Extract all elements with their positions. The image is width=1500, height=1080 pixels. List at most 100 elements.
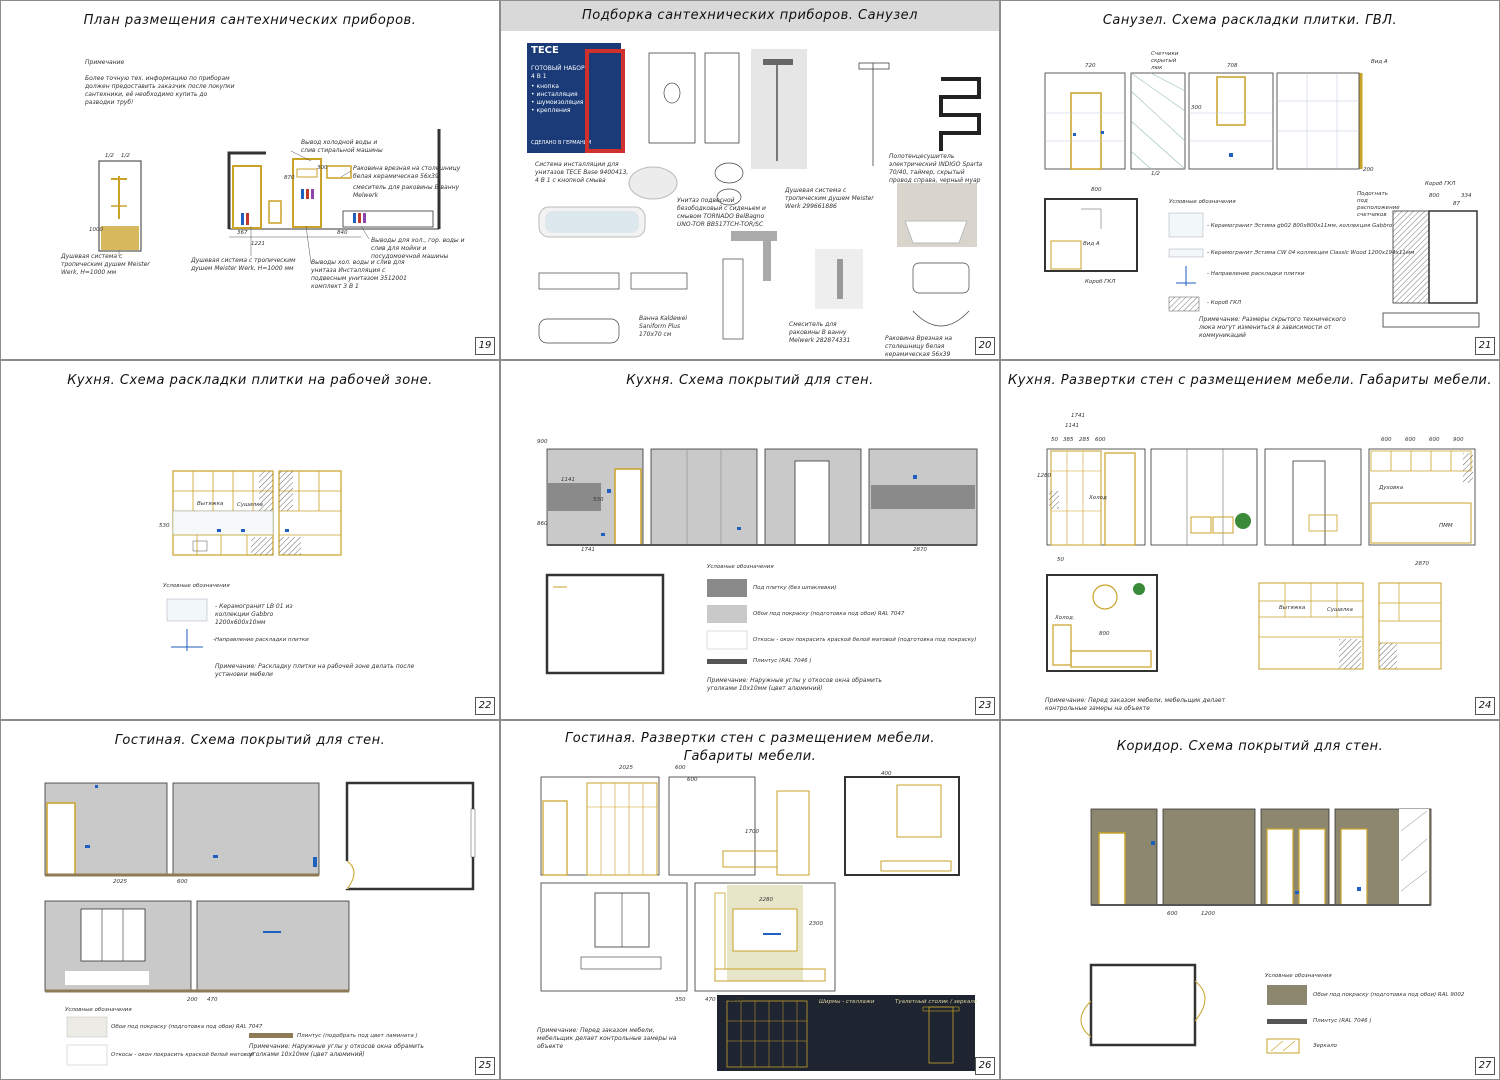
sheet-19[interactable]: План размещения сантехнических приборов.… [0, 0, 500, 360]
dim-label: 1/2 [121, 153, 130, 159]
product-caption: Раковина Врезная на столешницу белая кер… [885, 335, 953, 358]
dim-label: 1741 [581, 547, 595, 553]
legend-item: - Направление раскладки плитки [1207, 271, 1305, 277]
sheet-21[interactable]: Санузел. Схема раскладки плитки. ГВЛ. Сч… [1000, 0, 1500, 360]
sheet-number: 25 [475, 1057, 495, 1075]
product-caption: Унитаз подвесной безободковый с сиденьем… [677, 197, 766, 228]
dim-label: 600 [1405, 437, 1416, 443]
sheet-number: 27 [1475, 1057, 1495, 1075]
sheet-23[interactable]: Кухня. Схема покрытий для стен. 1741 287… [500, 360, 1000, 720]
sheet-number: 20 [975, 337, 995, 355]
dim-label: 800 [1099, 631, 1110, 637]
product-caption: Полотенцесушитель электрический INDIGO S… [889, 153, 983, 184]
note: Примечание: Раскладку плитки на рабочей … [215, 663, 415, 678]
product-caption: Душевая система с тропическим душем Meis… [785, 187, 874, 210]
dim-label: 530 [159, 523, 170, 529]
legend-item: Откосы - окон покрасить краской белой ма… [111, 1052, 254, 1058]
sheet-27[interactable]: Коридор. Схема покрытий для стен. 600 12… [1000, 720, 1500, 1080]
dim-label: 1141 [1065, 423, 1079, 429]
product-caption: Система инсталляции для унитазов TECE Ba… [535, 161, 629, 184]
dim-label: 530 [593, 497, 604, 503]
label: Вид А [1371, 59, 1388, 65]
dim-label: 2870 [1415, 561, 1429, 567]
dim-label: 2280 [759, 897, 773, 903]
dim-label: 2025 [113, 879, 127, 885]
sheet-number: 24 [1475, 697, 1495, 715]
label: Вытяжка [1279, 605, 1306, 611]
dim-label: 367 [237, 230, 248, 236]
legend-title: Условные обозначения [163, 583, 230, 589]
legend-item: Плинтус (RAL 7046 ) [1313, 1018, 1372, 1024]
dim-label: 400 [881, 771, 892, 777]
legend-item: Обои под покраску (подготовка под обои) … [1313, 992, 1465, 998]
callout: Выводы для хол., гор. воды и слив для мо… [371, 237, 465, 260]
sheet-20[interactable]: Подборка сантехнических приборов. Санузе… [500, 0, 1000, 360]
legend-title: Условные обозначения [1169, 199, 1236, 205]
legend-title: Условные обозначения [707, 564, 774, 570]
legend-item: - Керамогранит Эстима CW 04 коллекция Cl… [1207, 250, 1415, 256]
note: Примечание: Размеры скрытого техническог… [1199, 316, 1346, 339]
legend-item: Откосы - окон покрасить краской белой ма… [753, 637, 977, 643]
dim-label: 1200 [1201, 911, 1215, 917]
dim-label: 900 [1453, 437, 1464, 443]
dim-label: 600 [675, 765, 686, 771]
dim-label: 1221 [251, 241, 265, 247]
note: Примечание: Наружные углы у откосов окна… [707, 677, 882, 692]
dim-label: 600 [177, 879, 188, 885]
dim-label: 870 [284, 175, 295, 181]
dim-label: 860 [537, 521, 548, 527]
dim-label: 334 [1461, 193, 1472, 199]
dim-label: 385 [1063, 437, 1074, 443]
legend-item: - Короб ГКЛ [1207, 300, 1242, 306]
dark-panel-label: Ширмы - стеллажи [819, 999, 875, 1005]
dim-label: 800 [1091, 187, 1102, 193]
note: Примечание: Перед заказом мебели, мебель… [537, 1027, 677, 1050]
sheet-22[interactable]: Кухня. Схема раскладки плитки на рабочей… [0, 360, 500, 720]
legend-title: Условные обозначения [1265, 973, 1332, 979]
legend-item: Обои под покраску (подготовка под обои) … [111, 1024, 263, 1030]
dim-label: 300 [317, 165, 328, 171]
dark-panel-label: Туалетный столик / зеркало [895, 999, 978, 1005]
sheet-24[interactable]: Кухня. Развертки стен с размещением мебе… [1000, 360, 1500, 720]
dim-label: 2870 [913, 547, 927, 553]
note: Примечание: Наружные углы у откосов окна… [249, 1043, 424, 1058]
sheet-26[interactable]: Гостиная. Развертки стен с размещением м… [500, 720, 1000, 1080]
callout: Душевая система с тропическим душем Meis… [61, 253, 150, 276]
dim-label: 800 [1429, 193, 1440, 199]
dim-label: 600 [1167, 911, 1178, 917]
dim-label: 708 [1227, 63, 1238, 69]
dim-label: 1741 [1071, 413, 1085, 419]
dim-label: 1700 [745, 829, 759, 835]
legend-item: - Керамогранит LB 01 из коллекции Gabbro… [215, 603, 293, 626]
dim-label: 300 [1191, 105, 1202, 111]
callout: Вывод холодной воды и слив стиральной ма… [301, 139, 383, 154]
label: Духовка [1379, 485, 1404, 491]
dim-label: 200 [187, 997, 198, 1003]
dim-label: 900 [537, 439, 548, 445]
sheet-number: 22 [475, 697, 495, 715]
dim-label: 600 [1429, 437, 1440, 443]
sheet-25[interactable]: Гостиная. Схема покрытий для стен. 2025 … [0, 720, 500, 1080]
label: Счетчики скрытый люк [1151, 51, 1179, 71]
callout: Раковина врезная на столешницу белая кер… [353, 165, 461, 180]
dim-label: 87 [1453, 201, 1460, 207]
legend-item: Зеркало [1313, 1043, 1337, 1049]
label: Холод. [1055, 615, 1075, 621]
dim-label: 720 [1085, 63, 1096, 69]
dim-label: 1280 [1037, 473, 1051, 479]
dim-label: 50 [1051, 437, 1058, 443]
dim-label: 1200 [729, 997, 743, 1003]
legend-item: Плинтус (RAL 7046 ) [753, 658, 812, 664]
dim-label: 600 [687, 777, 698, 783]
sheet-number: 26 [975, 1057, 995, 1075]
dim-label: 470 [705, 997, 716, 1003]
dim-label: 1/2 [105, 153, 114, 159]
label: Вытяжка [197, 501, 224, 507]
dim-label: 50 [1057, 557, 1064, 563]
label: Короб ГКЛ [1085, 279, 1116, 285]
dim-label: 600 [1095, 437, 1106, 443]
dim-label: 840 [337, 230, 348, 236]
label: Холод [1089, 495, 1107, 501]
legend-title: Условные обозначения [65, 1007, 132, 1013]
corridor-wall-coverings [1080, 808, 1432, 1054]
